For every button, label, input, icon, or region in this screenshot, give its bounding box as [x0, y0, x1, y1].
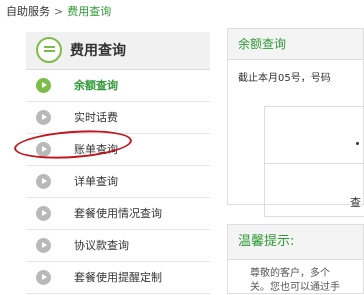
sidebar-header: 费用查询 — [26, 32, 210, 70]
bullet-dot — [356, 142, 359, 145]
table-divider — [265, 163, 364, 164]
sidebar-item-label: 实时话费 — [74, 111, 118, 124]
play-icon — [36, 238, 51, 253]
sidebar-item-label: 套餐使用情况查询 — [74, 207, 162, 220]
sidebar-item-usage-reminder[interactable]: 套餐使用提醒定制 — [26, 262, 210, 294]
sidebar-item-label: 协议款查询 — [74, 239, 129, 252]
sidebar-item-label: 套餐使用提醒定制 — [74, 271, 162, 284]
play-icon — [36, 142, 51, 157]
tips-text: 尊敬的客户，多个 关。您也可以通过手 — [250, 267, 340, 295]
tips-panel-title: 温馨提示: — [228, 225, 363, 260]
sidebar-item-label: 账单查询 — [74, 143, 118, 156]
play-icon — [36, 110, 51, 125]
breadcrumb-current[interactable]: 费用查询 — [67, 5, 111, 18]
tips-panel: 温馨提示: 尊敬的客户，多个 关。您也可以通过手 — [227, 224, 364, 294]
balance-panel: 余额查询 截止本月05号，号码 查 — [227, 28, 364, 217]
list-icon — [36, 37, 62, 63]
sidebar: 费用查询 余额查询 实时话费 账单查询 详单查询 套餐使用情况查询 协议款查询 … — [0, 24, 211, 294]
sidebar-item-realtime-fee[interactable]: 实时话费 — [26, 102, 210, 134]
balance-date-text: 截止本月05号，号码 — [238, 73, 331, 84]
sidebar-item-package-usage[interactable]: 套餐使用情况查询 — [26, 198, 210, 230]
sidebar-item-balance[interactable]: 余额查询 — [26, 70, 210, 102]
play-icon — [36, 206, 51, 221]
sidebar-item-bill[interactable]: 账单查询 — [26, 134, 210, 166]
balance-table: 查 — [264, 106, 364, 217]
tips-line-1: 尊敬的客户，多个 — [250, 268, 330, 279]
balance-panel-title: 余额查询 — [228, 29, 363, 60]
breadcrumb-root-link[interactable]: 自助服务 — [6, 5, 50, 18]
sidebar-item-detail[interactable]: 详单查询 — [26, 166, 210, 198]
query-text: 查 — [350, 196, 361, 209]
tips-line-2: 关。您也可以通过手 — [250, 282, 340, 293]
play-icon — [36, 270, 51, 285]
breadcrumb-separator: > — [54, 5, 64, 18]
breadcrumb: 自助服务 > 费用查询 — [0, 0, 364, 24]
sidebar-item-label: 详单查询 — [74, 175, 118, 188]
sidebar-title: 费用查询 — [70, 43, 126, 59]
sidebar-item-agreement[interactable]: 协议款查询 — [26, 230, 210, 262]
play-icon — [36, 78, 51, 93]
sidebar-item-label: 余额查询 — [74, 79, 118, 92]
play-icon — [36, 174, 51, 189]
